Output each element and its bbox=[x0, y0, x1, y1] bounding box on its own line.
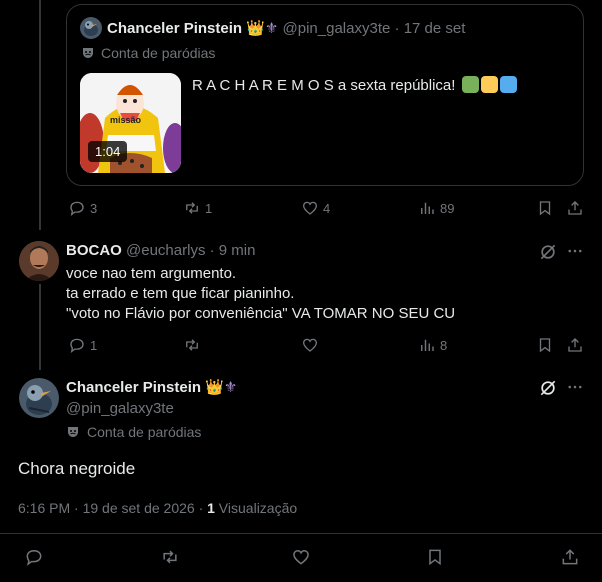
reply-repost-button[interactable] bbox=[183, 336, 201, 354]
user-photo-icon bbox=[19, 241, 59, 281]
quoted-parody-label: Conta de paródias bbox=[101, 45, 216, 61]
reply-display-name[interactable]: BOCAO bbox=[66, 242, 122, 259]
quoted-repost-button[interactable]: 1 bbox=[183, 199, 212, 217]
main-share-button[interactable] bbox=[560, 547, 580, 567]
quoted-views-count: 89 bbox=[440, 200, 455, 216]
reply-share-button[interactable] bbox=[566, 336, 584, 354]
reply-views-count: 8 bbox=[440, 337, 448, 353]
grok-icon bbox=[540, 244, 556, 260]
reply-sep: · bbox=[209, 242, 215, 259]
share-icon bbox=[562, 549, 578, 565]
bookmark-icon bbox=[429, 549, 441, 566]
main-post-text: Chora negroide bbox=[18, 459, 136, 478]
quoted-parody-row: Conta de paródias bbox=[81, 45, 215, 61]
reply-header: BOCAO @eucharlys · 9 min bbox=[66, 242, 255, 259]
main-display-name[interactable]: Chanceler Pinstein bbox=[66, 379, 201, 396]
more-dots-icon bbox=[568, 385, 582, 389]
main-timestamp[interactable]: 6:16 PM · 19 de set de 2026 · bbox=[18, 500, 207, 516]
main-parody-label: Conta de paródias bbox=[87, 424, 202, 440]
quoted-text-row: R A C H A R E M O S a sexta república! bbox=[192, 76, 517, 94]
reply-bookmark-button[interactable] bbox=[536, 336, 554, 354]
blue-square-icon bbox=[499, 76, 517, 93]
reply-grok-button[interactable] bbox=[538, 242, 558, 262]
quoted-reply-count: 3 bbox=[90, 200, 98, 216]
reply-line-1: voce nao tem argumento. bbox=[66, 265, 237, 282]
reply-avatar[interactable] bbox=[19, 241, 59, 281]
reply-icon bbox=[70, 338, 84, 353]
quoted-text: R A C H A R E M O S a sexta república! bbox=[192, 77, 456, 94]
reply-body: voce nao tem argumento. ta errado e tem … bbox=[66, 264, 455, 324]
reply-line-3: "voto no Flávio por conveniência" VA TOM… bbox=[66, 305, 456, 322]
quoted-display-name[interactable]: Chanceler Pinstein bbox=[107, 20, 242, 37]
crown-emoji-icon: 👑 bbox=[246, 20, 265, 37]
quoted-date[interactable]: 17 de set bbox=[404, 20, 466, 37]
quoted-share-button[interactable] bbox=[566, 199, 584, 217]
fleur-de-lis-icon: ⚜ bbox=[223, 379, 238, 396]
bird-avatar-icon bbox=[19, 378, 59, 418]
main-header: Chanceler Pinstein 👑⚜ bbox=[66, 378, 237, 396]
bird-avatar-icon bbox=[80, 17, 102, 39]
main-meta-row: 6:16 PM · 19 de set de 2026 · 1 Visualiz… bbox=[18, 500, 297, 516]
heart-icon bbox=[293, 549, 309, 565]
yellow-square-icon bbox=[480, 76, 498, 93]
share-icon bbox=[568, 201, 582, 215]
heart-icon bbox=[302, 201, 318, 215]
quoted-post-card[interactable]: Chanceler Pinstein 👑⚜ @pin_galaxy3te · 1… bbox=[66, 4, 584, 186]
theater-mask-icon bbox=[68, 427, 78, 437]
reply-line-2: ta errado e tem que ficar pianinho. bbox=[66, 285, 295, 302]
quoted-repost-count: 1 bbox=[205, 200, 213, 216]
views-chart-icon bbox=[421, 339, 434, 351]
repost-icon bbox=[186, 339, 198, 351]
views-chart-icon bbox=[421, 202, 434, 214]
theater-mask-icon bbox=[83, 48, 93, 58]
main-views-label: Visualização bbox=[214, 500, 298, 516]
reply-reply-count: 1 bbox=[90, 337, 98, 353]
image-caption-text: missão bbox=[110, 115, 142, 125]
quoted-handle[interactable]: @pin_galaxy3te bbox=[283, 20, 391, 37]
crown-emoji-icon: 👑 bbox=[205, 379, 224, 396]
main-grok-button[interactable] bbox=[538, 378, 558, 398]
reply-views-button[interactable]: 8 bbox=[418, 336, 447, 354]
thread-line-top bbox=[39, 0, 41, 230]
main-reply-button[interactable] bbox=[24, 547, 44, 567]
bookmark-icon bbox=[539, 338, 551, 353]
main-views-count: 1 bbox=[207, 500, 215, 516]
share-icon bbox=[568, 338, 582, 352]
video-duration: 1:04 bbox=[95, 144, 121, 159]
reply-more-button[interactable] bbox=[566, 242, 584, 260]
quoted-avatar[interactable] bbox=[80, 17, 102, 39]
reply-reply-button[interactable]: 1 bbox=[68, 336, 97, 354]
green-square-icon bbox=[461, 76, 479, 93]
reply-time[interactable]: 9 min bbox=[219, 242, 256, 259]
main-more-button[interactable] bbox=[566, 378, 584, 396]
main-repost-button[interactable] bbox=[160, 547, 180, 567]
quoted-bookmark-button[interactable] bbox=[536, 199, 554, 217]
grok-icon bbox=[540, 380, 556, 396]
main-bookmark-button[interactable] bbox=[425, 547, 445, 567]
reply-like-button[interactable] bbox=[301, 336, 319, 354]
more-dots-icon bbox=[568, 249, 582, 253]
quoted-reply-button[interactable]: 3 bbox=[68, 199, 97, 217]
main-like-button[interactable] bbox=[291, 547, 311, 567]
quoted-like-button[interactable]: 4 bbox=[301, 199, 330, 217]
quoted-header: Chanceler Pinstein 👑⚜ @pin_galaxy3te · 1… bbox=[107, 19, 465, 37]
reply-handle[interactable]: @eucharlys bbox=[126, 242, 205, 259]
quoted-video-thumbnail[interactable]: missão 1:04 bbox=[80, 73, 181, 173]
fleur-de-lis-icon: ⚜ bbox=[264, 20, 279, 37]
bookmark-icon bbox=[539, 201, 551, 216]
quoted-views-button[interactable]: 89 bbox=[418, 199, 454, 217]
reply-icon bbox=[26, 549, 42, 566]
repost-icon bbox=[186, 202, 198, 214]
quoted-like-count: 4 bbox=[323, 200, 331, 216]
repost-icon bbox=[163, 550, 177, 564]
main-avatar[interactable] bbox=[19, 378, 59, 418]
main-divider bbox=[0, 533, 602, 534]
heart-icon bbox=[302, 338, 318, 352]
reply-icon bbox=[70, 201, 84, 216]
thread-line-middle bbox=[39, 284, 41, 370]
main-handle[interactable]: @pin_galaxy3te bbox=[66, 400, 174, 417]
main-parody-row: Conta de paródias bbox=[66, 424, 201, 440]
quoted-sep: · bbox=[394, 20, 400, 37]
video-duration-badge: 1:04 bbox=[88, 141, 128, 162]
